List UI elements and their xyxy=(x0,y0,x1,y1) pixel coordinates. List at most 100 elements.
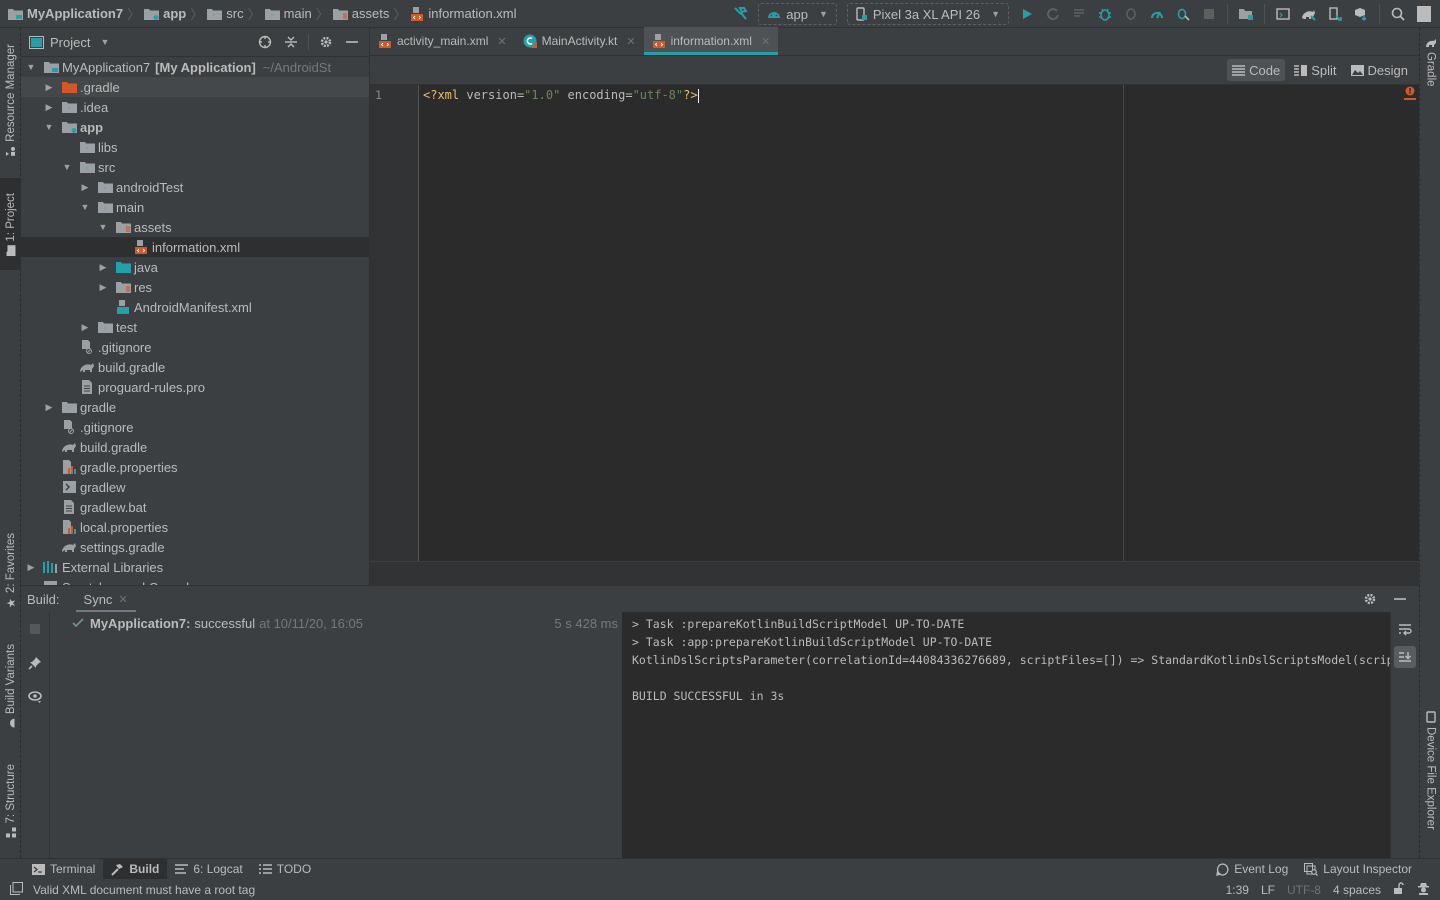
breadcrumb-item[interactable]: information.xml xyxy=(410,6,517,21)
avd-manager-button[interactable] xyxy=(1271,2,1295,26)
tree-item[interactable]: ▼ app xyxy=(21,117,369,137)
close-tab-icon[interactable]: ✕ xyxy=(626,35,635,48)
tool-window-tab[interactable]: 6: Logcat xyxy=(167,859,250,880)
expand-arrow-right-icon[interactable]: ▶ xyxy=(79,182,91,193)
tool-window-tab[interactable]: Layout Inspector xyxy=(1296,859,1420,880)
design-mode-button[interactable]: Design xyxy=(1346,59,1413,81)
tree-item[interactable]: proguard-rules.pro xyxy=(21,377,369,397)
file-encoding[interactable]: UTF-8 xyxy=(1287,883,1321,897)
line-separator[interactable]: LF xyxy=(1261,883,1275,897)
expand-arrow-right-icon[interactable]: ▶ xyxy=(79,322,91,333)
split-mode-button[interactable]: Split xyxy=(1289,59,1341,81)
apply-changes-button[interactable] xyxy=(1041,2,1065,26)
tool-window-tab[interactable]: Build xyxy=(103,858,168,880)
hide-panel-button[interactable] xyxy=(343,33,361,51)
tree-item[interactable]: gradlew xyxy=(21,477,369,497)
tree-item[interactable]: ▼ MyApplication7 [My Application] ~/Android… xyxy=(21,57,369,77)
device-manager-button[interactable] xyxy=(1323,2,1347,26)
tree-item[interactable]: gradlew.bat xyxy=(21,497,369,517)
breadcrumb-item[interactable]: assets xyxy=(332,6,389,21)
favorites-tool-button[interactable]: ★ 2: Favorites xyxy=(0,526,21,618)
sync-gradle-button[interactable] xyxy=(1297,2,1321,26)
hide-build-panel-button[interactable] xyxy=(1391,590,1409,608)
build-console-output[interactable]: > Task :prepareKotlinBuildScriptModel UP… xyxy=(622,612,1390,859)
tree-item[interactable]: AndroidManifest.xml xyxy=(21,297,369,317)
collapse-all-button[interactable] xyxy=(282,33,300,51)
close-tab-icon[interactable]: ✕ xyxy=(497,35,506,48)
locate-file-button[interactable] xyxy=(256,33,274,51)
expand-arrow-right-icon[interactable]: ▶ xyxy=(43,82,55,93)
tree-item[interactable]: Scratches and Consoles xyxy=(21,577,369,585)
tree-item[interactable]: ▶ java xyxy=(21,257,369,277)
tree-item[interactable]: settings.gradle xyxy=(21,537,369,557)
expand-arrow-right-icon[interactable]: ▶ xyxy=(97,262,109,273)
expand-arrow-right-icon[interactable]: ▶ xyxy=(97,282,109,293)
run-configuration-select[interactable]: app ▼ xyxy=(758,3,837,25)
expand-arrow-down-icon[interactable]: ▼ xyxy=(97,222,109,232)
breadcrumb-item[interactable]: MyApplication7 xyxy=(8,6,123,21)
close-icon[interactable]: ✕ xyxy=(118,593,127,606)
editor-tab[interactable]: MainActivity.kt ✕ xyxy=(515,27,644,55)
tree-item[interactable]: .gitignore xyxy=(21,417,369,437)
tree-item[interactable]: ▼ assets xyxy=(21,217,369,237)
tree-item[interactable]: ▶ test xyxy=(21,317,369,337)
tool-window-tab[interactable]: TODO xyxy=(251,859,319,880)
tool-window-tab[interactable]: Event Log xyxy=(1208,859,1296,880)
tree-item[interactable]: local.properties xyxy=(21,517,369,537)
breadcrumb-item[interactable]: app xyxy=(144,6,186,21)
tree-item[interactable]: ▶ External Libraries xyxy=(21,557,369,577)
attach-process-button[interactable] xyxy=(1171,2,1195,26)
project-view-select[interactable]: Project ▼ xyxy=(29,35,109,50)
expand-arrow-down-icon[interactable]: ▼ xyxy=(25,62,37,72)
breadcrumb-item[interactable]: main xyxy=(264,6,312,21)
close-tab-icon[interactable]: ✕ xyxy=(761,35,770,48)
expand-arrow-right-icon[interactable]: ▶ xyxy=(43,102,55,113)
editor-tab[interactable]: information.xml ✕ xyxy=(643,27,779,55)
soft-wrap-button[interactable] xyxy=(1394,618,1416,640)
breadcrumb-item[interactable]: src xyxy=(207,6,244,21)
build-result-row[interactable]: MyApplication7: successful at 10/11/20, … xyxy=(50,612,622,634)
caret-position[interactable]: 1:39 xyxy=(1226,883,1249,897)
project-structure-button[interactable] xyxy=(1234,2,1258,26)
expand-arrow-down-icon[interactable]: ▼ xyxy=(79,202,91,212)
device-file-explorer-tool-button[interactable]: Device File Explorer xyxy=(1420,711,1440,830)
user-avatar-button[interactable] xyxy=(1412,2,1436,26)
debug-button[interactable] xyxy=(1093,2,1117,26)
gradle-tool-button[interactable]: Gradle xyxy=(1420,38,1440,87)
stop-build-button[interactable] xyxy=(24,618,46,640)
attach-debugger-button[interactable] xyxy=(1119,2,1143,26)
device-select[interactable]: Pixel 3a XL API 26 ▼ xyxy=(846,3,1009,25)
toggle-tool-windows-button[interactable] xyxy=(10,881,23,898)
search-everywhere-button[interactable] xyxy=(1386,2,1410,26)
expand-arrow-down-icon[interactable]: ▼ xyxy=(61,162,73,172)
pin-tab-button[interactable] xyxy=(24,652,46,674)
error-stripe-marker[interactable] xyxy=(1403,86,1417,100)
status-message[interactable]: Valid XML document must have a root tag xyxy=(33,883,255,897)
expand-arrow-down-icon[interactable]: ▼ xyxy=(43,122,55,132)
build-variants-tool-button[interactable]: Build Variants xyxy=(0,634,21,738)
tree-item[interactable]: ▶ .gradle xyxy=(21,77,369,97)
tree-item[interactable]: information.xml xyxy=(21,237,369,257)
horizontal-scrollbar[interactable] xyxy=(370,561,1419,585)
resource-manager-tool-button[interactable]: Resource Manager xyxy=(0,36,21,166)
view-options-button[interactable] xyxy=(24,686,46,708)
tree-item[interactable]: ▶ res xyxy=(21,277,369,297)
tree-item[interactable]: gradle.properties xyxy=(21,457,369,477)
code-mode-button[interactable]: Code xyxy=(1227,59,1286,81)
indent-setting[interactable]: 4 spaces xyxy=(1333,883,1381,897)
build-settings-button[interactable] xyxy=(1361,590,1379,608)
run-button[interactable] xyxy=(1015,2,1039,26)
code-editor[interactable]: <?xml version="1.0" encoding="utf-8"?> xyxy=(423,85,1419,561)
project-tool-button[interactable]: 1: Project xyxy=(0,178,21,270)
hector-inspector-button[interactable] xyxy=(1417,882,1430,898)
scroll-to-end-button[interactable] xyxy=(1394,646,1416,668)
sync-tab[interactable]: Sync ✕ xyxy=(75,586,136,612)
tool-window-tab[interactable]: Terminal xyxy=(24,859,103,880)
expand-arrow-right-icon[interactable]: ▶ xyxy=(43,402,55,413)
tree-item[interactable]: build.gradle xyxy=(21,437,369,457)
tree-item[interactable]: .gitignore xyxy=(21,337,369,357)
expand-arrow-right-icon[interactable]: ▶ xyxy=(25,562,37,573)
tree-item[interactable]: ▼ src xyxy=(21,157,369,177)
apply-code-changes-button[interactable] xyxy=(1067,2,1091,26)
tree-item[interactable]: libs xyxy=(21,137,369,157)
